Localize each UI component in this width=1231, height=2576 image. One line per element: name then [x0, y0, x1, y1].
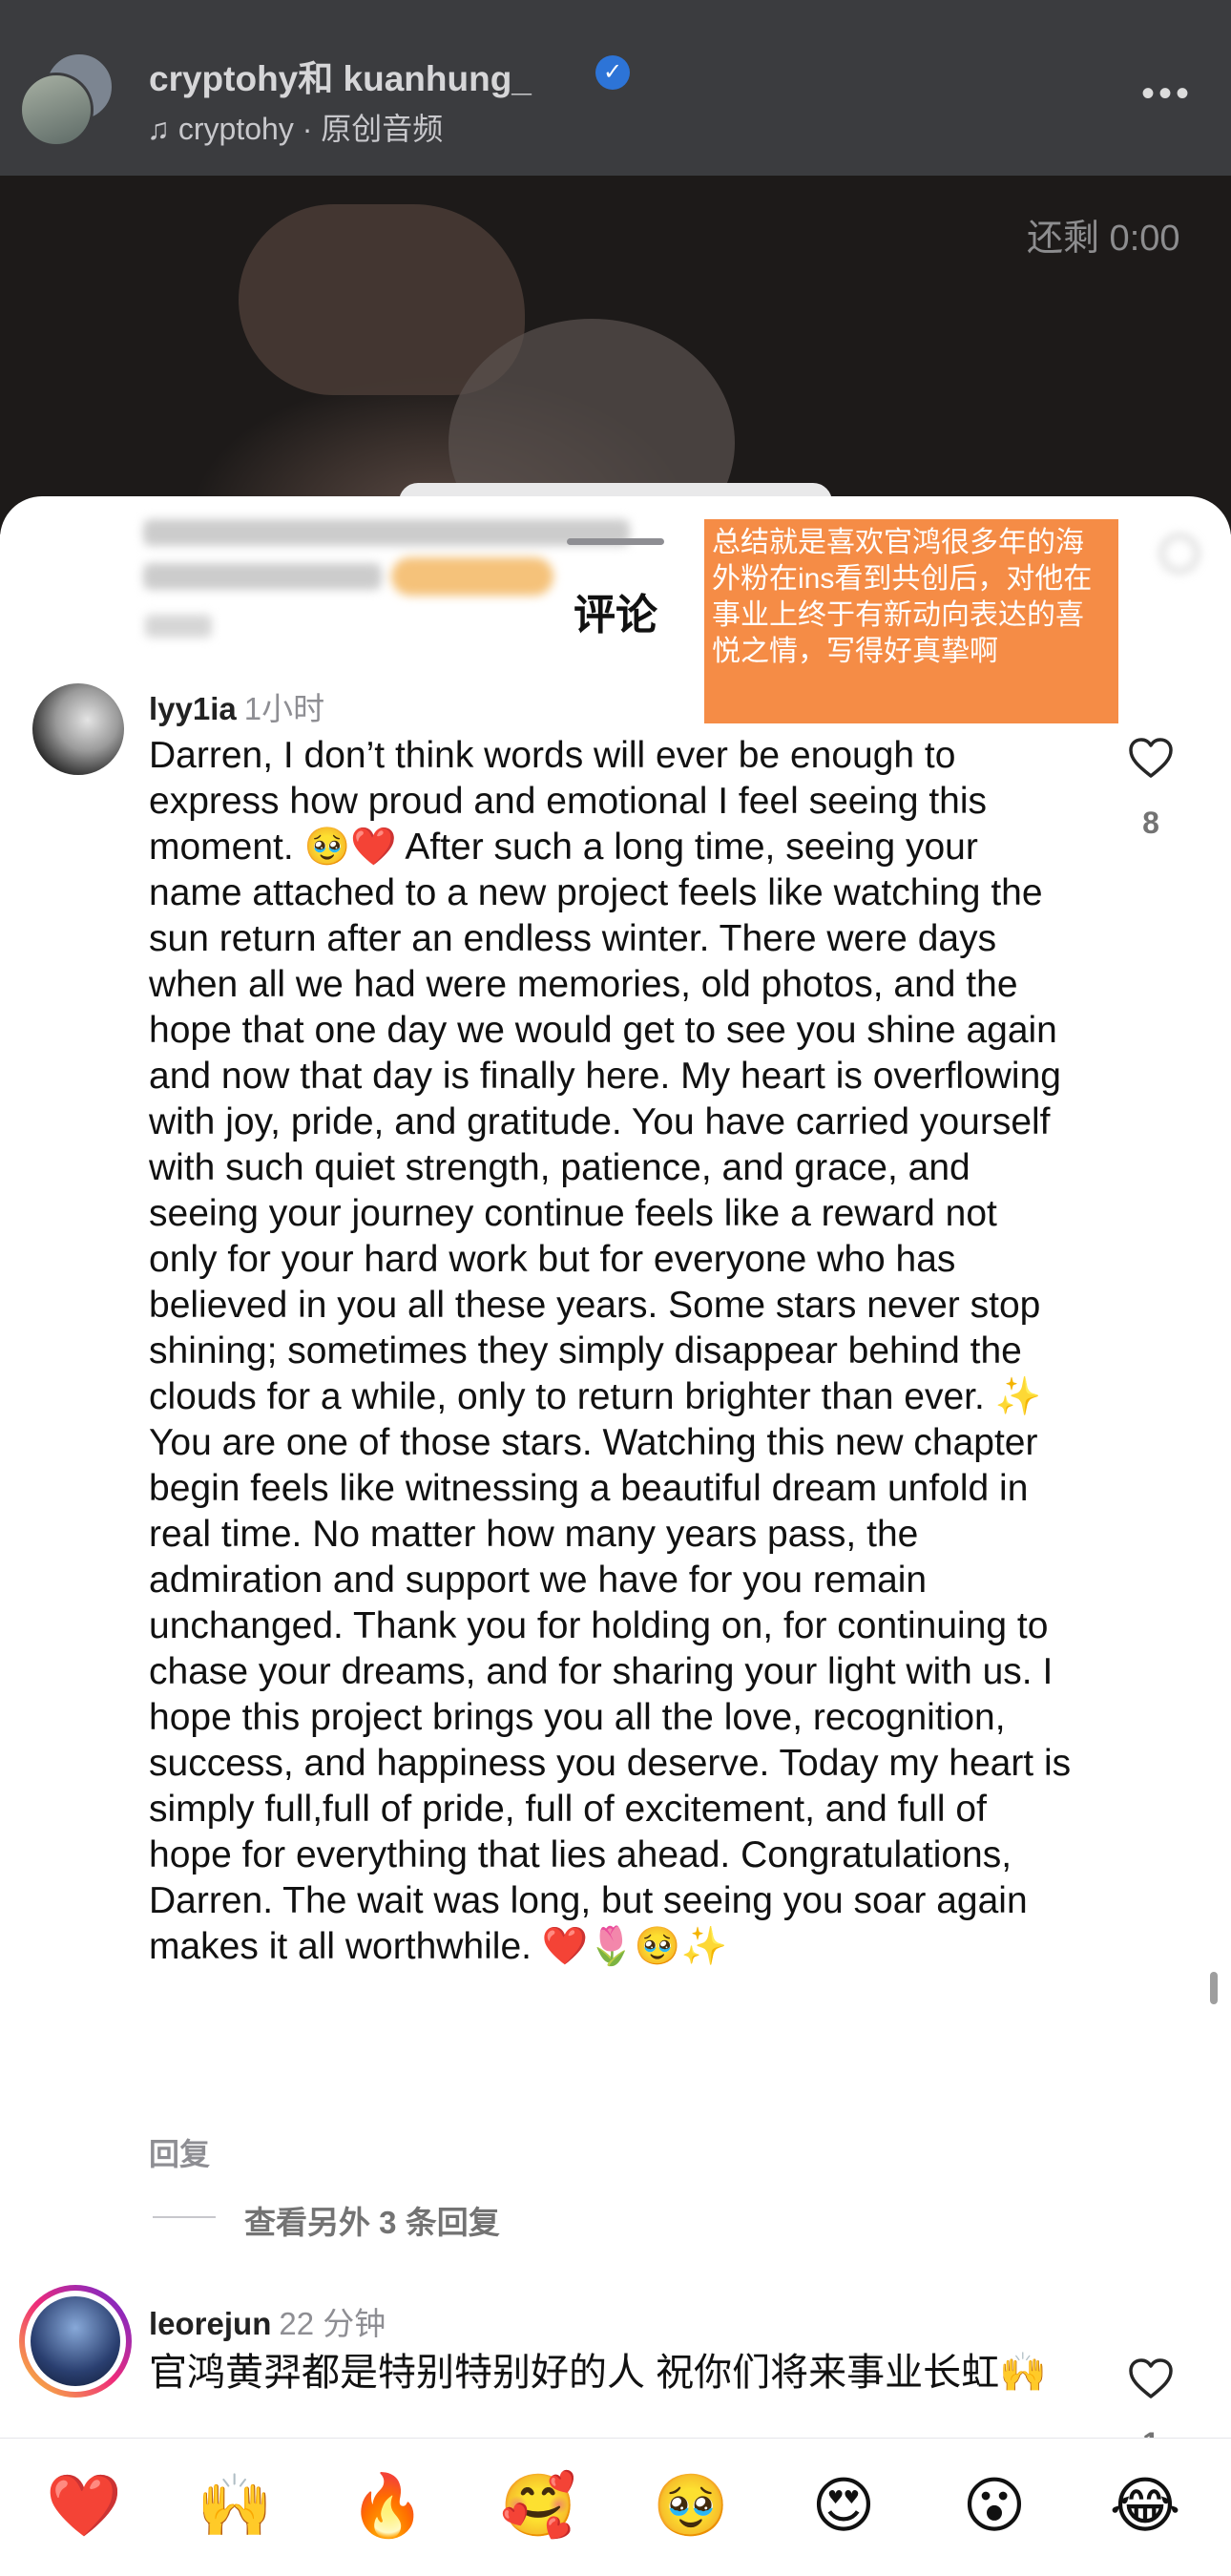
smiling-hearts-emoji-button[interactable]: 🥰	[500, 2467, 576, 2544]
comment-header: leorejun 22 分钟	[149, 2298, 386, 2344]
emoji-reaction-bar: ❤️ 🙌 🔥 🥰 🥹 😍 😮 😂	[0, 2438, 1231, 2576]
remaining-time: 还剩 0:00	[1027, 219, 1180, 259]
video-header: cryptohy和 kuanhung_ ✓ ♫ cryptohy · 原创音频 …	[0, 0, 1231, 176]
music-note-icon: ♫	[147, 112, 178, 146]
reply-button[interactable]: 回复	[149, 2130, 210, 2174]
like-count: 8	[1142, 806, 1159, 840]
comment-time: 1小时	[243, 691, 325, 726]
pleading-face-emoji-button[interactable]: 🥹	[653, 2467, 729, 2544]
comment-time: 22 分钟	[279, 2306, 386, 2341]
avatar[interactable]	[19, 2285, 132, 2398]
avatar[interactable]	[32, 683, 124, 775]
comment-header: lyy1ia 1小时	[149, 683, 324, 729]
surprised-emoji-button[interactable]: 😮	[956, 2467, 1033, 2544]
comment-username[interactable]: lyy1ia	[149, 691, 237, 726]
comment-username[interactable]: leorejun	[149, 2306, 271, 2341]
creator-names[interactable]: cryptohy和 kuanhung_	[149, 50, 532, 101]
annotation-note: 总结就是喜欢官鸿很多年的海外粉在ins看到共创后，对他在事业上终于有新动向表达的…	[704, 519, 1118, 723]
comments-sheet: 评论 lyy1ia 1小时 Darren, I don’t think words…	[0, 496, 1231, 2575]
comment-text: Darren, I don’t think words will ever be…	[149, 735, 1072, 1967]
audio-text: cryptohy · 原创音频	[177, 112, 444, 146]
sheet-grabber[interactable]	[567, 538, 664, 545]
raising-hands-emoji-button[interactable]: 🙌	[197, 2467, 273, 2544]
creator-avatars[interactable]	[19, 52, 115, 147]
heart-emoji-button[interactable]: ❤️	[46, 2467, 122, 2544]
fire-emoji-button[interactable]: 🔥	[349, 2467, 426, 2544]
comment-text: 官鸿黄羿都是特别特别好的人 祝你们将来事业长虹🙌	[149, 2352, 1047, 2394]
like-heart-icon[interactable]	[1128, 2357, 1174, 2399]
view-more-replies-button[interactable]: 查看另外 3 条回复	[244, 2197, 500, 2243]
more-options-icon[interactable]: •••	[1141, 73, 1193, 115]
divider	[153, 2216, 216, 2218]
avatar	[19, 73, 94, 147]
verified-badge-icon: ✓	[595, 55, 630, 90]
scrollbar[interactable]	[1210, 1972, 1218, 2004]
like-heart-icon[interactable]	[1128, 737, 1174, 779]
heart-eyes-emoji-button[interactable]: 😍	[805, 2467, 882, 2544]
video-player[interactable]: cryptohy和 kuanhung_ ✓ ♫ cryptohy · 原创音频 …	[0, 0, 1231, 534]
laughing-emoji-button[interactable]: 😂	[1107, 2467, 1183, 2544]
audio-label[interactable]: ♫ cryptohy · 原创音频	[147, 105, 443, 149]
